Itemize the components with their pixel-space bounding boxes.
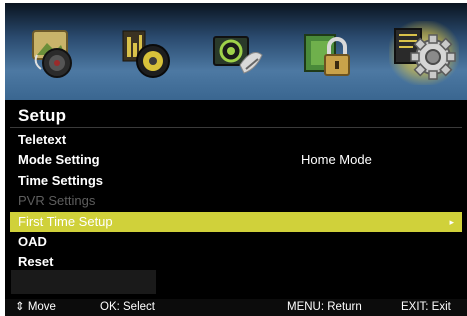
lock-icon[interactable] — [301, 25, 357, 83]
menu-item-label: Mode Setting — [18, 152, 100, 168]
hint-move: ⇕ Move — [15, 301, 56, 313]
menu-item-label: First Time Setup — [18, 213, 113, 229]
menu-item-first-time-setup[interactable]: First Time Setup ▸ — [10, 211, 462, 232]
menu-item-oad[interactable]: OAD — [10, 232, 462, 252]
picture-icon[interactable] — [27, 25, 83, 83]
setup-gear-icon[interactable] — [389, 21, 459, 85]
menu-item-time-settings[interactable]: Time Settings — [10, 171, 462, 191]
menu-icon-bar — [5, 3, 467, 100]
hint-ok-select: OK: Select — [100, 301, 155, 313]
menu-title: Setup — [18, 106, 67, 125]
menu-item-pvr-settings: PVR Settings — [10, 191, 462, 211]
setup-menu-list: Teletext Mode Setting Home Mode Time Set… — [10, 130, 462, 273]
sound-icon[interactable] — [119, 25, 175, 83]
menu-item-label: Time Settings — [18, 172, 104, 188]
menu-item-mode-setting[interactable]: Mode Setting Home Mode — [10, 150, 462, 170]
tv-osd-screen: Setup Teletext Mode Setting Home Mode Ti… — [5, 3, 467, 316]
menu-item-label: OAD — [18, 233, 47, 249]
menu-item-label: PVR Settings — [18, 193, 96, 209]
empty-info-panel — [11, 270, 156, 294]
menu-item-teletext[interactable]: Teletext — [10, 130, 462, 150]
hint-bar: ⇕ Move OK: Select MENU: Return EXIT: Exi… — [5, 299, 467, 316]
hint-exit: EXIT: Exit — [401, 301, 451, 313]
mode-setting-value: Home Mode — [301, 152, 372, 168]
menu-item-label: Teletext — [18, 132, 67, 147]
channel-icon[interactable] — [210, 25, 266, 83]
title-divider — [10, 127, 462, 128]
hint-menu-return: MENU: Return — [287, 301, 362, 313]
menu-item-label: Reset — [18, 254, 54, 270]
submenu-arrow-icon: ▸ — [449, 216, 454, 227]
